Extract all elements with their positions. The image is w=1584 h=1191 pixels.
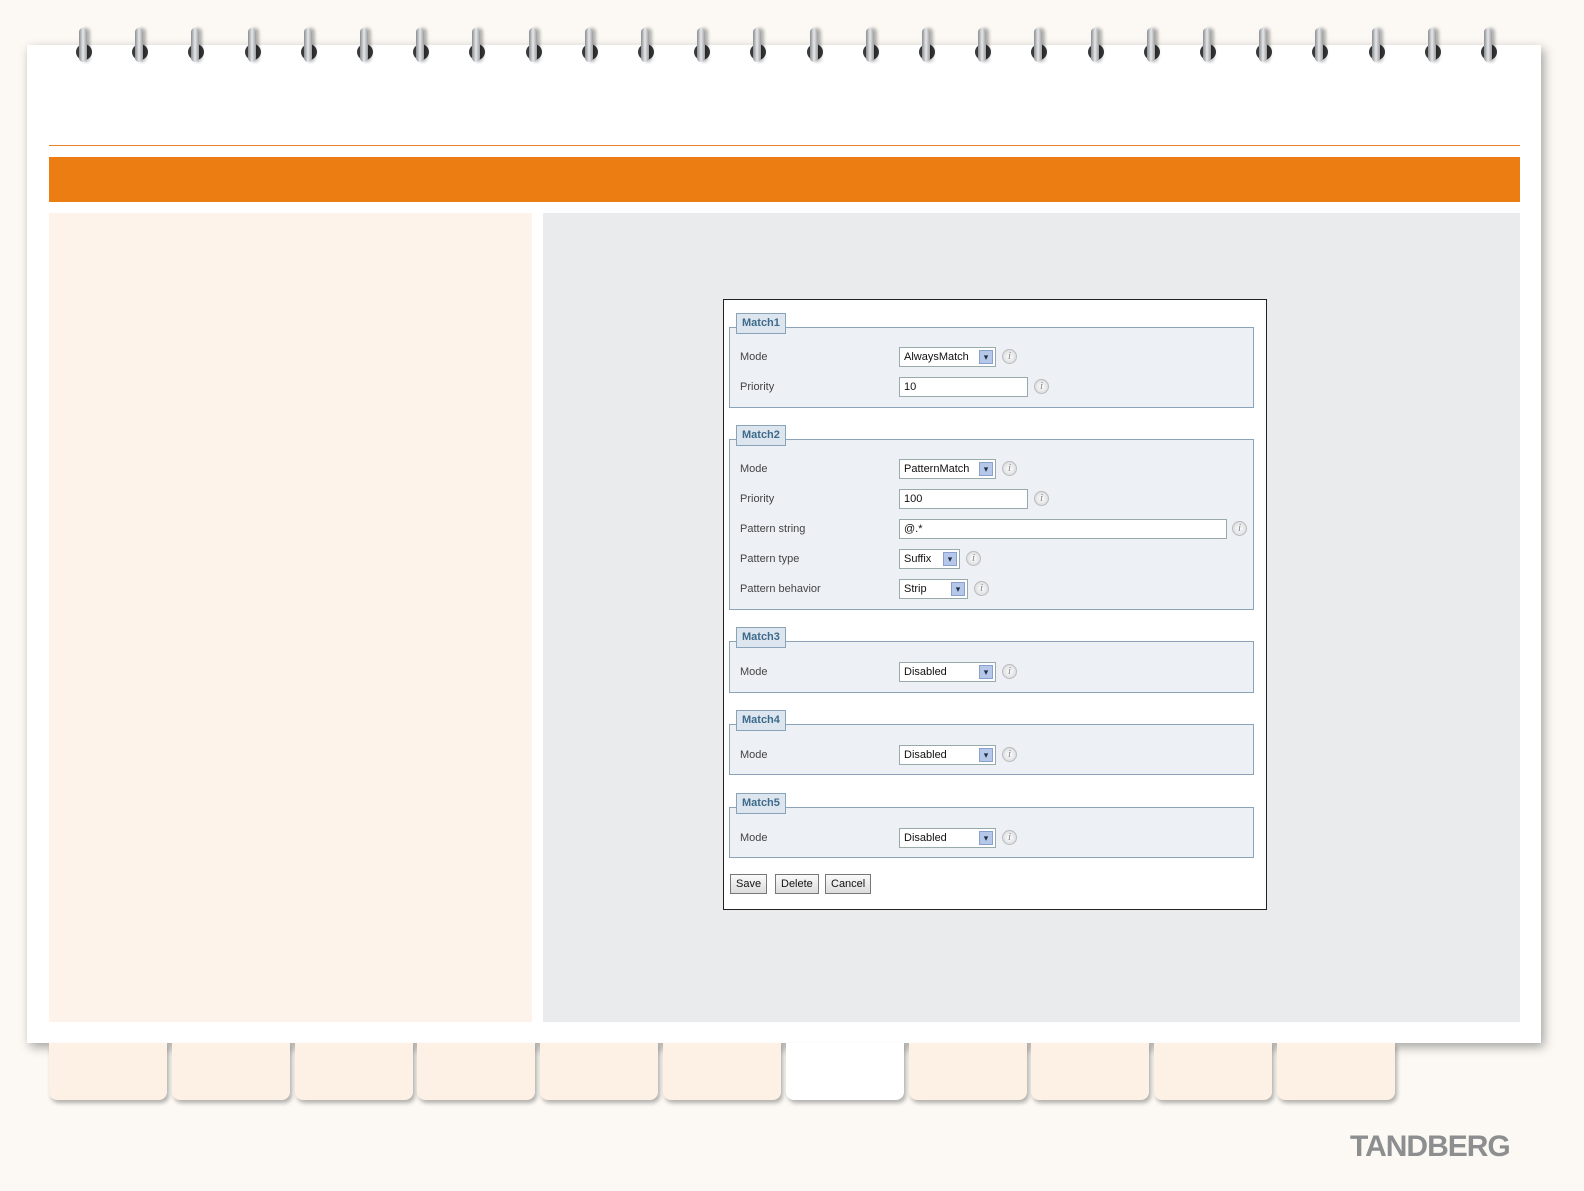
binder-ring-icon xyxy=(1200,28,1216,68)
section-tab[interactable] xyxy=(1277,1043,1395,1100)
binder-ring-icon xyxy=(1031,28,1048,68)
binder-ring-icon xyxy=(1481,28,1497,68)
match1-fieldset: Match1 Mode AlwaysMatch ▾ i Priority 10 i xyxy=(729,313,1254,408)
match4-mode-select[interactable]: Disabled ▾ xyxy=(899,745,996,765)
match5-fieldset: Match5 Mode Disabled ▾ i xyxy=(729,793,1254,858)
tandberg-logo: TANDBERG xyxy=(1350,1130,1511,1163)
mode-label: Mode xyxy=(740,749,768,761)
binder-ring-icon xyxy=(919,28,935,68)
binder-ring-icon xyxy=(581,28,598,68)
orange-header-band xyxy=(49,157,1520,202)
mode-label: Mode xyxy=(740,666,768,678)
match4-fieldset: Match4 Mode Disabled ▾ i xyxy=(729,710,1254,775)
match4-legend: Match4 xyxy=(736,710,786,731)
selected-value: Strip xyxy=(904,583,927,595)
chevron-down-icon: ▾ xyxy=(979,350,993,364)
cancel-button[interactable]: Cancel xyxy=(825,874,872,894)
binder-ring-icon xyxy=(76,28,92,68)
binder-ring-icon xyxy=(1087,28,1104,68)
chevron-down-icon: ▾ xyxy=(979,748,993,762)
pattern-string-label: Pattern string xyxy=(740,523,806,535)
binder-ring-icon xyxy=(1368,28,1385,68)
binder-ring-icon xyxy=(638,28,654,68)
section-tab[interactable] xyxy=(417,1043,536,1100)
match2-legend: Match2 xyxy=(736,425,786,446)
binder-ring-icon xyxy=(244,28,261,68)
binder-ring-icon xyxy=(132,28,149,68)
header-divider xyxy=(49,145,1520,146)
priority-label: Priority xyxy=(740,381,775,393)
pattern-type-label: Pattern type xyxy=(740,553,800,565)
binder-ring-icon xyxy=(469,28,486,68)
pattern-string-input[interactable]: @.* xyxy=(899,519,1227,539)
selected-value: Disabled xyxy=(904,666,947,678)
pattern-type-select[interactable]: Suffix ▾ xyxy=(899,549,960,569)
info-icon[interactable]: i xyxy=(1002,461,1017,476)
pattern-behavior-label: Pattern behavior xyxy=(740,583,821,595)
match5-legend: Match5 xyxy=(736,793,786,814)
match2-fieldset: Match2 Mode PatternMatch ▾ i Priority 100… xyxy=(729,425,1254,610)
section-tab[interactable] xyxy=(49,1043,167,1100)
transform-form: Match1 Mode AlwaysMatch ▾ i Priority 10 i… xyxy=(723,299,1267,910)
selected-value: Disabled xyxy=(904,749,947,761)
selected-value: PatternMatch xyxy=(904,463,970,475)
binder-ring-icon xyxy=(1256,28,1273,68)
match3-mode-select[interactable]: Disabled ▾ xyxy=(899,662,996,682)
section-tab[interactable] xyxy=(663,1043,781,1100)
match1-priority-input[interactable]: 10 xyxy=(899,377,1028,397)
selected-value: Disabled xyxy=(904,832,947,844)
binder-ring-icon xyxy=(1424,28,1441,68)
binder-ring-icon xyxy=(525,28,542,68)
mode-label: Mode xyxy=(740,832,768,844)
info-icon[interactable]: i xyxy=(1002,747,1017,762)
info-icon[interactable]: i xyxy=(974,581,989,596)
info-icon[interactable]: i xyxy=(1232,521,1247,536)
selected-value: AlwaysMatch xyxy=(904,351,969,363)
section-tab[interactable] xyxy=(1031,1043,1150,1100)
binder-ring-icon xyxy=(750,28,767,68)
chevron-down-icon: ▾ xyxy=(979,831,993,845)
binder-ring-icon xyxy=(413,28,430,68)
mode-label: Mode xyxy=(740,351,768,363)
match1-mode-select[interactable]: AlwaysMatch ▾ xyxy=(899,347,996,367)
binder-ring-icon xyxy=(357,28,373,68)
chevron-down-icon: ▾ xyxy=(979,462,993,476)
chevron-down-icon: ▾ xyxy=(943,552,957,566)
binder-ring-icon xyxy=(1312,28,1329,68)
info-icon[interactable]: i xyxy=(1034,379,1049,394)
mode-label: Mode xyxy=(740,463,768,475)
match3-legend: Match3 xyxy=(736,627,786,648)
section-tab[interactable] xyxy=(171,1043,290,1100)
binder-ring-icon xyxy=(694,28,711,68)
save-button[interactable]: Save xyxy=(730,874,768,894)
section-tab[interactable] xyxy=(540,1043,659,1100)
binder-ring-icon xyxy=(188,28,205,68)
info-icon[interactable]: i xyxy=(1002,830,1017,845)
chevron-down-icon: ▾ xyxy=(951,582,965,596)
section-tab[interactable] xyxy=(785,1043,904,1100)
binder-ring-icon xyxy=(1143,28,1160,68)
match2-mode-select[interactable]: PatternMatch ▾ xyxy=(899,459,996,479)
priority-label: Priority xyxy=(740,493,775,505)
chevron-down-icon: ▾ xyxy=(979,665,993,679)
delete-button[interactable]: Delete xyxy=(775,874,819,894)
match2-priority-input[interactable]: 100 xyxy=(899,489,1028,509)
info-icon[interactable]: i xyxy=(1002,664,1017,679)
section-tab[interactable] xyxy=(294,1043,413,1100)
pattern-behavior-select[interactable]: Strip ▾ xyxy=(899,579,968,599)
selected-value: Suffix xyxy=(904,553,932,565)
match3-fieldset: Match3 Mode Disabled ▾ i xyxy=(729,627,1254,693)
section-tab[interactable] xyxy=(1154,1043,1273,1100)
match5-mode-select[interactable]: Disabled ▾ xyxy=(899,828,996,848)
left-text-pane xyxy=(49,213,532,1022)
info-icon[interactable]: i xyxy=(1002,349,1017,364)
binder-ring-icon xyxy=(862,28,879,68)
info-icon[interactable]: i xyxy=(1034,491,1049,506)
binder-ring-icon xyxy=(806,28,823,68)
info-icon[interactable]: i xyxy=(966,551,981,566)
binder-ring-icon xyxy=(300,28,317,68)
section-tab[interactable] xyxy=(908,1043,1027,1100)
binder-ring-icon xyxy=(975,28,992,68)
match1-legend: Match1 xyxy=(736,313,786,334)
